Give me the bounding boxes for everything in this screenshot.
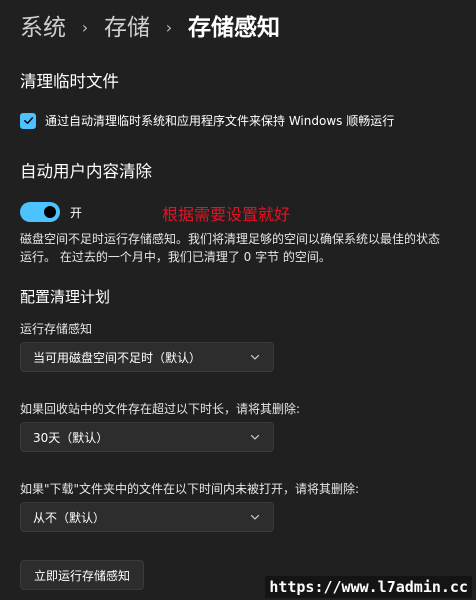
- chevron-down-icon: [249, 351, 261, 363]
- run-storage-sense-label: 运行存储感知: [20, 322, 93, 336]
- breadcrumb-system[interactable]: 系统: [20, 8, 66, 48]
- recycle-bin-label: 如果回收站中的文件存在超过以下时长，请将其删除:: [20, 402, 301, 416]
- dropdown-value: 当可用磁盘空间不足时（默认）: [33, 350, 202, 365]
- annotation-text: 根据需要设置就好: [162, 205, 291, 224]
- auto-cleanup-toggle-row[interactable]: 开: [20, 202, 82, 222]
- auto-cleanup-title: 自动用户内容清除: [20, 162, 152, 181]
- breadcrumb-storage[interactable]: 存储: [104, 8, 150, 48]
- toggle-knob: [44, 206, 56, 218]
- breadcrumb-separator-icon: ›: [165, 18, 173, 37]
- chevron-down-icon: [249, 511, 261, 523]
- auto-cleanup-description: 磁盘空间不足时运行存储感知。我们将清理足够的空间以确保系统以最佳的状态运行。 在…: [20, 232, 441, 264]
- temp-files-title: 清理临时文件: [20, 72, 119, 91]
- checkmark-icon: [23, 117, 33, 124]
- temp-files-checkbox-row[interactable]: 通过自动清理临时系统和应用程序文件来保持 Windows 顺畅运行: [20, 112, 394, 129]
- auto-cleanup-toggle[interactable]: [20, 202, 60, 222]
- downloads-label: 如果"下载"文件夹中的文件在以下时间内未被打开，请将其删除:: [20, 482, 360, 496]
- toggle-state-label: 开: [70, 205, 83, 220]
- page-title: 存储感知: [188, 15, 280, 41]
- breadcrumb-separator-icon: ›: [81, 18, 89, 37]
- recycle-bin-dropdown[interactable]: 30天（默认）: [20, 422, 274, 452]
- temp-files-checkbox[interactable]: [20, 112, 36, 129]
- run-storage-sense-dropdown[interactable]: 当可用磁盘空间不足时（默认）: [20, 342, 274, 372]
- downloads-dropdown[interactable]: 从不（默认）: [20, 502, 274, 532]
- run-storage-sense-now-button[interactable]: 立即运行存储感知: [20, 560, 144, 590]
- chevron-down-icon: [249, 431, 261, 443]
- dropdown-value: 30天（默认）: [33, 430, 109, 445]
- temp-files-checkbox-label: 通过自动清理临时系统和应用程序文件来保持 Windows 顺畅运行: [45, 114, 395, 128]
- schedule-title: 配置清理计划: [20, 288, 111, 306]
- dropdown-value: 从不（默认）: [33, 510, 106, 525]
- breadcrumb: 系统 › 存储 › 存储感知: [20, 8, 280, 48]
- watermark: https://www.l7admin.cc: [265, 576, 472, 598]
